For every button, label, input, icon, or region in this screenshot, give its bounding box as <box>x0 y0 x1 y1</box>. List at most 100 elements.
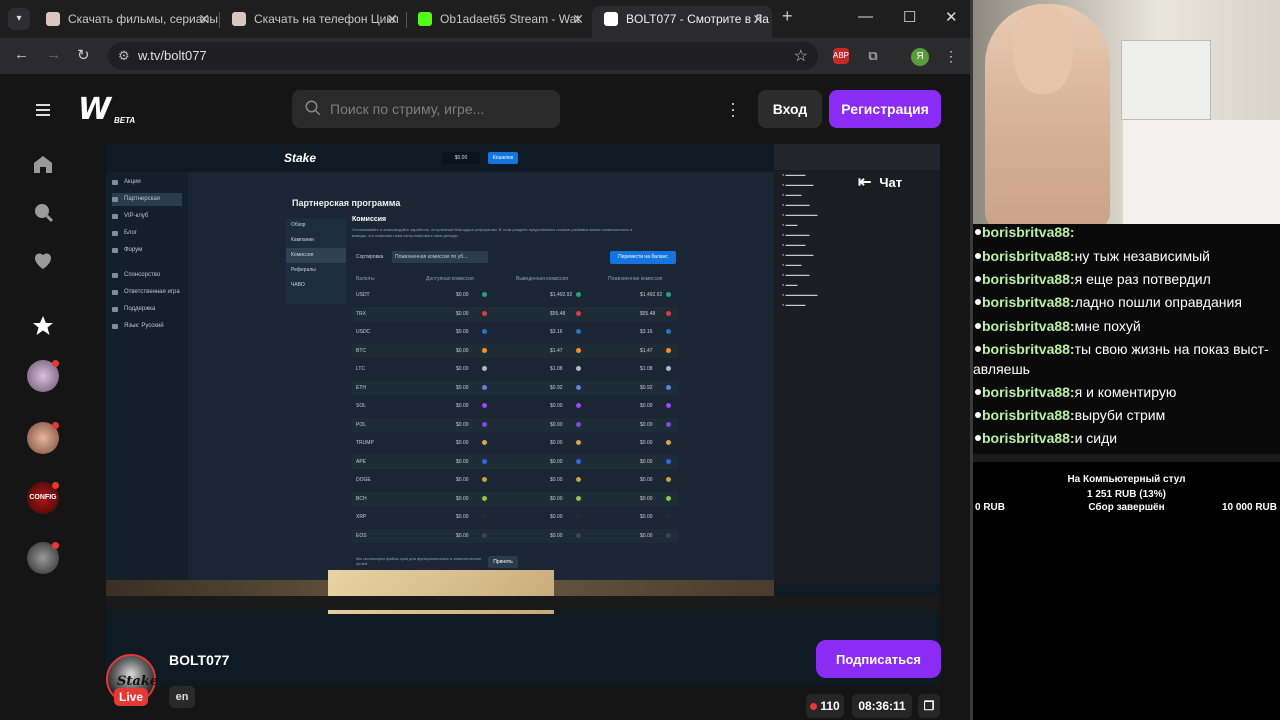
reload-icon[interactable]: ↻ <box>77 46 90 64</box>
bullet-icon <box>975 322 981 329</box>
stake-cell: $0.00 <box>456 495 469 502</box>
accept-button: Принять <box>488 556 518 568</box>
inner-chat-line: ● ▬▬▬▬▬▬ <box>782 202 810 207</box>
stake-table-row: DOGE $0.00 $0.00 $0.00 <box>352 473 678 487</box>
chat-message: авляешь <box>973 360 1030 377</box>
close-icon[interactable]: ✕ <box>752 6 764 32</box>
stake-cell: ETH <box>356 384 366 391</box>
subscribe-button[interactable]: Подписаться <box>816 640 941 678</box>
coin-icon <box>666 366 671 371</box>
tab-bar: ▾ Скачать фильмы, сериалы ✕ Скачать на т… <box>0 0 970 38</box>
inner-chat-line: ● ▬▬▬▬▬ <box>782 302 806 307</box>
site-info-icon[interactable]: ⚙ <box>118 48 130 64</box>
address-bar[interactable]: ⚙ w.tv/bolt077 ☆ <box>108 42 818 70</box>
login-button[interactable]: Вход <box>758 90 822 128</box>
bookmark-star-icon[interactable]: ☆ <box>794 46 808 66</box>
stake-cell: $0.00 <box>456 514 469 520</box>
coin-icon <box>482 440 487 445</box>
back-icon[interactable]: ← <box>14 46 29 63</box>
search-icon <box>305 100 321 116</box>
logo-mark: W <box>78 92 112 127</box>
followed-channel-avatar[interactable] <box>27 422 59 454</box>
close-icon[interactable]: ✕ <box>198 6 210 32</box>
maximize-icon[interactable]: ☐ <box>903 8 916 26</box>
stake-menu-item: Спонсорство <box>112 269 182 282</box>
stake-tab: Комиссия <box>286 248 346 263</box>
site-logo[interactable]: W BETA <box>78 92 138 128</box>
stake-menu-item: Ответственная игра <box>112 286 182 299</box>
stake-cell: $0.00 <box>456 440 469 446</box>
sort-control: Сортировка Пожизненная комиссия по уб... <box>352 250 592 264</box>
coin-icon <box>576 403 581 408</box>
tab-active[interactable]: BOLT077 - Смотрите в Ла ✕ <box>592 6 772 38</box>
close-icon[interactable]: ✕ <box>572 6 584 32</box>
followed-channel-avatar[interactable] <box>27 542 59 574</box>
chat-message: ну тыж независимый <box>1074 248 1210 264</box>
tab-search-button[interactable]: ▾ <box>8 8 30 30</box>
stake-cell: $1.08 <box>640 366 653 372</box>
adblock-icon[interactable]: ABP <box>833 48 849 64</box>
inner-chat-line: ● ▬▬▬▬▬▬▬▬ <box>782 212 818 217</box>
inner-chat-line: ● ▬▬▬▬▬▬ <box>782 272 810 277</box>
person-head <box>1013 4 1073 94</box>
stake-cell: EOS <box>356 532 367 539</box>
viewer-count-value: 110 <box>820 699 840 713</box>
stake-cell: $0.00 <box>640 514 653 520</box>
stake-table-row: USDC $0.00 $3.16 $3.16 <box>352 325 678 339</box>
tab-3[interactable]: Ob1adaet65 Stream - Wat ✕ <box>406 6 592 38</box>
followed-channel-avatar[interactable]: CONFIG <box>27 482 59 514</box>
stream-taskbar <box>106 596 940 610</box>
tab-1[interactable]: Скачать фильмы, сериалы ✕ <box>34 6 218 38</box>
video-player[interactable]: Stake $0.00 Кошелек Акции Партнерская VI… <box>106 144 940 686</box>
coin-icon <box>666 458 671 464</box>
stake-table-row: POL $0.00 $0.00 $0.00 <box>352 417 678 432</box>
coin-icon <box>576 440 581 445</box>
search-box[interactable] <box>292 90 560 128</box>
home-icon[interactable] <box>31 152 55 176</box>
channel-name[interactable]: BOLT077 <box>169 652 229 668</box>
open-chat-button[interactable]: ⇤ Чат <box>858 172 902 192</box>
coin-icon <box>482 421 487 427</box>
stake-logo: Stake <box>284 151 317 165</box>
stake-cell: USDT <box>356 292 370 298</box>
extensions-icon[interactable]: ⧉ <box>865 48 881 64</box>
stake-cell: $55.48 <box>550 310 566 317</box>
stake-table-row: TRX $0.00 $55.48 $55.48 <box>352 306 678 321</box>
inner-chat-line: ● ▬▬▬ <box>782 282 798 287</box>
star-icon[interactable] <box>31 314 55 338</box>
more-options-icon[interactable]: · · · <box>728 94 738 124</box>
coin-icon <box>482 477 487 482</box>
browser-toolbar: ← → ↻ ⚙ w.tv/bolt077 ☆ ABP ⧉ ⋮ <box>0 38 970 74</box>
followed-channel-avatar[interactable] <box>27 360 59 392</box>
stake-menu-item: Акции <box>112 176 182 189</box>
stake-table-header: Валюты Доступная комиссия Выведенная ком… <box>352 272 678 286</box>
register-button[interactable]: Регистрация <box>829 90 941 128</box>
more-icon[interactable]: ⋮ <box>943 48 959 64</box>
heart-icon[interactable] <box>31 248 55 272</box>
profile-avatar[interactable]: Я <box>911 48 929 66</box>
favicon-icon <box>232 12 246 26</box>
minimize-icon[interactable]: — <box>858 8 873 25</box>
search-icon[interactable] <box>31 200 55 224</box>
menu-icon[interactable] <box>31 98 55 122</box>
stake-cell: $0.00 <box>456 384 469 391</box>
stake-tabs: Обзор Кампании Комиссия Рефералы ЧАВО <box>286 218 346 304</box>
cookie-notice: Мы используем файлы куки для функциональ… <box>356 556 481 566</box>
close-icon[interactable]: ✕ <box>386 6 398 32</box>
forward-icon[interactable]: → <box>46 46 61 63</box>
stake-cell: $0.00 <box>456 310 469 317</box>
tab-2[interactable]: Скачать на телефон Цикл ✕ <box>220 6 406 38</box>
close-window-icon[interactable]: ✕ <box>945 8 958 26</box>
inner-chat-line: ● ▬▬▬ <box>782 222 798 227</box>
new-tab-icon[interactable]: + <box>782 6 793 27</box>
clip-icon[interactable]: ❐ <box>918 694 940 718</box>
stake-cell: $0.00 <box>456 292 469 298</box>
inner-chat-line: ● ▬▬▬▬ <box>782 262 802 267</box>
stake-sidebar: Акции Партнерская VIP-клуб Блог Форум Сп… <box>106 172 188 584</box>
stake-commission-panel: Комиссия Отслеживайте и анализируйте зар… <box>352 216 678 576</box>
chat-username: borisbritva88: <box>982 317 1075 334</box>
stake-cell: POL <box>356 421 367 428</box>
coin-icon <box>576 477 581 482</box>
beta-badge: BETA <box>114 116 136 125</box>
search-input[interactable] <box>330 90 550 128</box>
